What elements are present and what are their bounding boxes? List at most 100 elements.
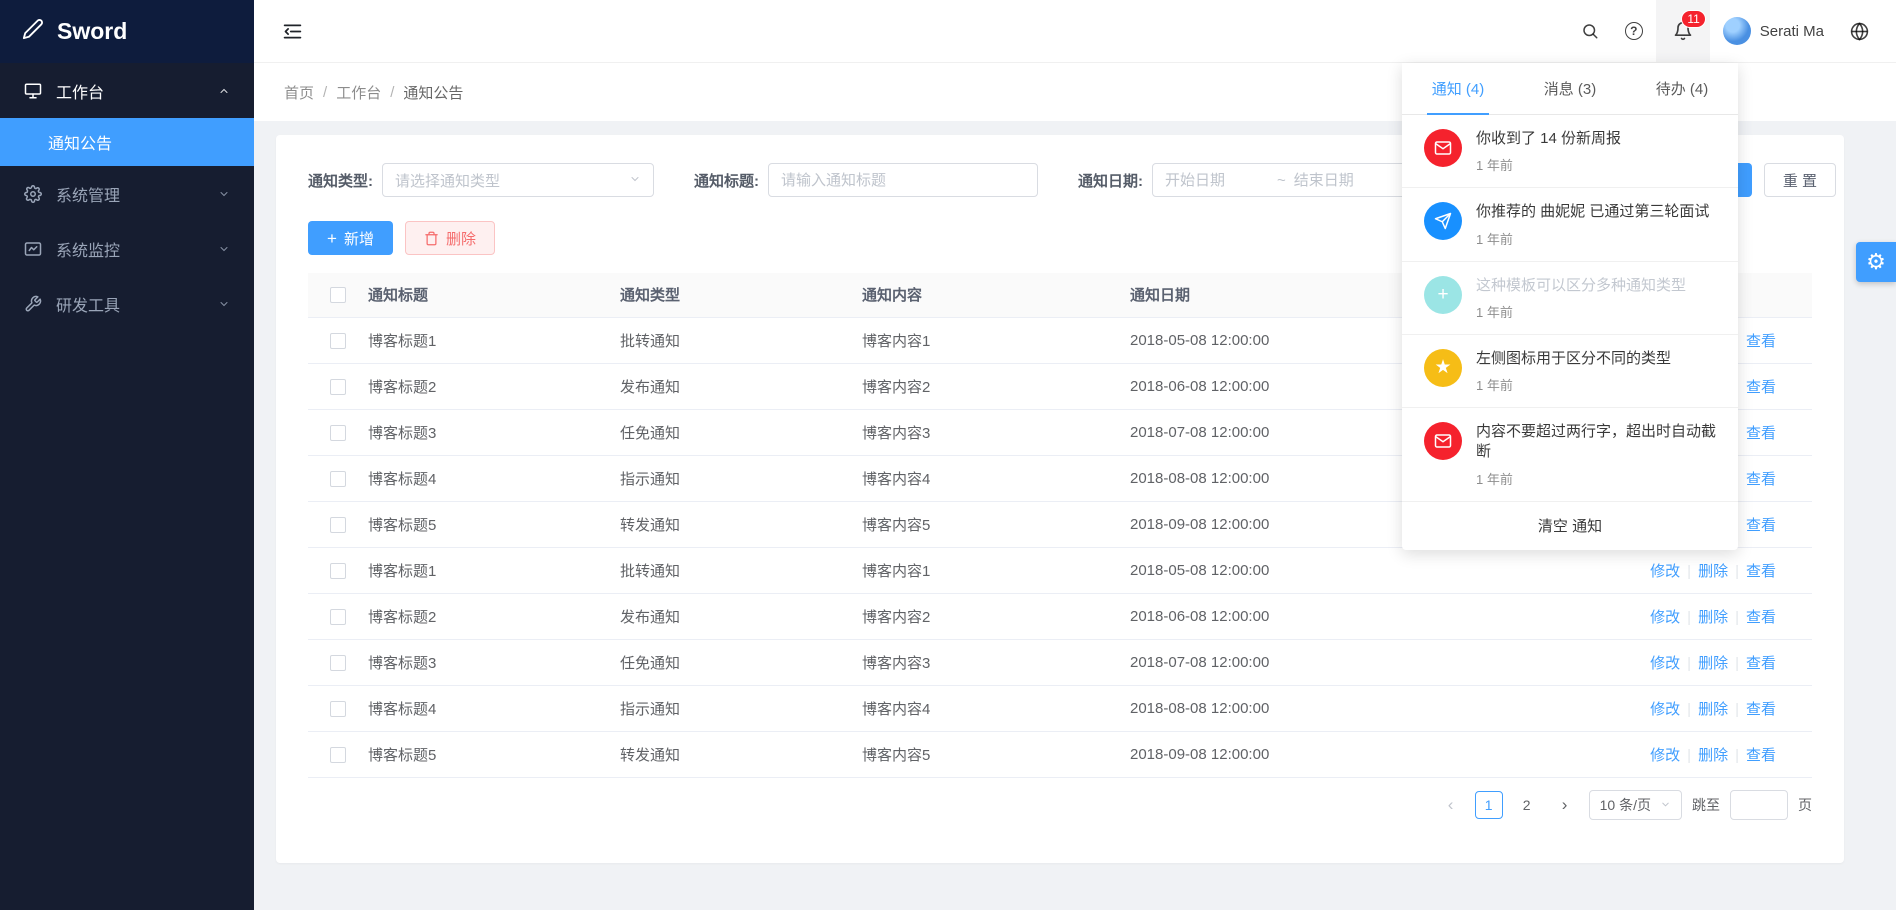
view-link[interactable]: 查看 [1746, 701, 1776, 718]
cell-notice-content: 博客内容5 [858, 501, 1126, 547]
notification-bell[interactable]: 11 [1656, 0, 1710, 62]
tab-messages[interactable]: 消息 (3) [1514, 63, 1626, 114]
view-link[interactable]: 查看 [1746, 747, 1776, 764]
cell-notice-type: 转发通知 [616, 501, 858, 547]
reset-button[interactable]: 重 置 [1764, 163, 1836, 197]
search-icon[interactable] [1568, 0, 1612, 62]
delete-link[interactable]: 删除 [1698, 701, 1728, 718]
start-date-input[interactable] [1165, 172, 1269, 189]
row-checkbox[interactable] [330, 333, 346, 349]
cell-notice-date: 2018-07-08 12:00:00 [1126, 639, 1612, 685]
filter-type-label: 通知类型: [308, 170, 373, 191]
view-link[interactable]: 查看 [1746, 379, 1776, 396]
sidebar-item-workbench[interactable]: 工作台 [0, 63, 254, 118]
edit-link[interactable]: 修改 [1650, 655, 1680, 672]
table-row: 博客标题5 转发通知 博客内容5 2018-09-08 12:00:00 修改|… [308, 731, 1812, 777]
page-number-1[interactable]: 1 [1475, 791, 1503, 819]
row-checkbox[interactable] [330, 747, 346, 763]
row-checkbox[interactable] [330, 517, 346, 533]
row-checkbox[interactable] [330, 563, 346, 579]
row-checkbox[interactable] [330, 701, 346, 717]
jump-page-input[interactable] [1730, 790, 1788, 820]
breadcrumb-workbench[interactable]: 工作台 [336, 82, 381, 103]
gear-icon: ⚙ [1866, 249, 1886, 275]
cell-notice-date: 2018-08-08 12:00:00 [1126, 685, 1612, 731]
sidebar-item-label: 工作台 [56, 79, 104, 103]
select-all-checkbox[interactable] [330, 287, 346, 303]
view-link[interactable]: 查看 [1746, 655, 1776, 672]
logo[interactable]: Sword [0, 0, 254, 63]
cell-notice-title: 博客标题1 [364, 317, 616, 363]
user-menu[interactable]: Serati Ma [1710, 0, 1837, 62]
page-number-2[interactable]: 2 [1513, 791, 1541, 819]
view-link[interactable]: 查看 [1746, 333, 1776, 350]
tab-notices[interactable]: 通知 (4) [1402, 63, 1514, 114]
page-size-select[interactable]: 10 条/页 [1589, 790, 1682, 820]
tab-todos[interactable]: 待办 (4) [1626, 63, 1738, 114]
cell-notice-type: 发布通知 [616, 593, 858, 639]
add-button[interactable]: + 新增 [308, 221, 393, 255]
edit-link[interactable]: 修改 [1650, 747, 1680, 764]
delete-link[interactable]: 删除 [1698, 563, 1728, 580]
prev-page-icon[interactable]: ‹ [1437, 791, 1465, 819]
filter-date-group: 通知日期: ~ [1078, 163, 1452, 197]
settings-fab[interactable]: ⚙ [1856, 242, 1896, 282]
row-checkbox[interactable] [330, 609, 346, 625]
table-row: 博客标题4 指示通知 博客内容4 2018-08-08 12:00:00 修改|… [308, 685, 1812, 731]
edit-link[interactable]: 修改 [1650, 609, 1680, 626]
cell-notice-type: 转发通知 [616, 731, 858, 777]
sidebar-item-system-monitor[interactable]: 系统监控 [0, 221, 254, 276]
sidebar-item-label: 研发工具 [56, 292, 120, 316]
help-icon[interactable]: ? [1612, 0, 1656, 62]
monitor-icon [24, 81, 44, 101]
edit-link[interactable]: 修改 [1650, 563, 1680, 580]
cell-notice-content: 博客内容3 [858, 639, 1126, 685]
sidebar-item-label: 通知公告 [48, 130, 112, 154]
cell-notice-content: 博客内容2 [858, 363, 1126, 409]
star-icon: ★ [1424, 349, 1462, 387]
delete-button[interactable]: 删除 [405, 221, 495, 255]
row-checkbox[interactable] [330, 425, 346, 441]
chevron-down-icon [218, 298, 230, 310]
cell-notice-title: 博客标题4 [364, 455, 616, 501]
delete-link[interactable]: 删除 [1698, 609, 1728, 626]
sidebar-item-dev-tools[interactable]: 研发工具 [0, 276, 254, 331]
view-link[interactable]: 查看 [1746, 425, 1776, 442]
chevron-down-icon [218, 188, 230, 200]
page-suffix-label: 页 [1798, 795, 1812, 815]
sidebar-item-system-admin[interactable]: 系统管理 [0, 166, 254, 221]
notification-item[interactable]: 你收到了 14 份新周报 1 年前 [1402, 115, 1738, 188]
language-globe-icon[interactable] [1837, 0, 1882, 62]
row-checkbox[interactable] [330, 655, 346, 671]
edit-link[interactable]: 修改 [1650, 701, 1680, 718]
notice-type-select[interactable]: 请选择通知类型 [382, 163, 654, 197]
col-title: 通知标题 [364, 273, 616, 317]
notification-dropdown: 通知 (4) 消息 (3) 待办 (4) 你收到了 14 份新周报 1 年前 你… [1402, 63, 1738, 550]
notification-item[interactable]: + 这种模板可以区分多种通知类型 1 年前 [1402, 262, 1738, 335]
view-link[interactable]: 查看 [1746, 471, 1776, 488]
notification-item[interactable]: ★ 左侧图标用于区分不同的类型 1 年前 [1402, 335, 1738, 408]
notification-item[interactable]: 内容不要超过两行字，超出时自动截断 1 年前 [1402, 408, 1738, 502]
filter-date-label: 通知日期: [1078, 170, 1143, 191]
menu-fold-icon[interactable] [282, 21, 303, 42]
sword-icon [22, 18, 44, 46]
next-page-icon[interactable]: › [1551, 791, 1579, 819]
view-link[interactable]: 查看 [1746, 563, 1776, 580]
notice-title-input[interactable] [781, 172, 1025, 189]
app-title: Sword [57, 18, 127, 45]
row-checkbox[interactable] [330, 379, 346, 395]
row-checkbox[interactable] [330, 471, 346, 487]
sidebar-item-label: 系统监控 [56, 237, 120, 261]
end-date-input[interactable] [1294, 172, 1398, 189]
sidebar-item-notice[interactable]: 通知公告 [0, 118, 254, 166]
notification-item[interactable]: 你推荐的 曲妮妮 已通过第三轮面试 1 年前 [1402, 188, 1738, 261]
cell-notice-title: 博客标题5 [364, 501, 616, 547]
cell-notice-date: 2018-05-08 12:00:00 [1126, 547, 1612, 593]
cell-notice-content: 博客内容1 [858, 547, 1126, 593]
view-link[interactable]: 查看 [1746, 609, 1776, 626]
breadcrumb-home[interactable]: 首页 [284, 82, 314, 103]
view-link[interactable]: 查看 [1746, 517, 1776, 534]
clear-notifications-button[interactable]: 清空 通知 [1402, 502, 1738, 550]
delete-link[interactable]: 删除 [1698, 747, 1728, 764]
delete-link[interactable]: 删除 [1698, 655, 1728, 672]
